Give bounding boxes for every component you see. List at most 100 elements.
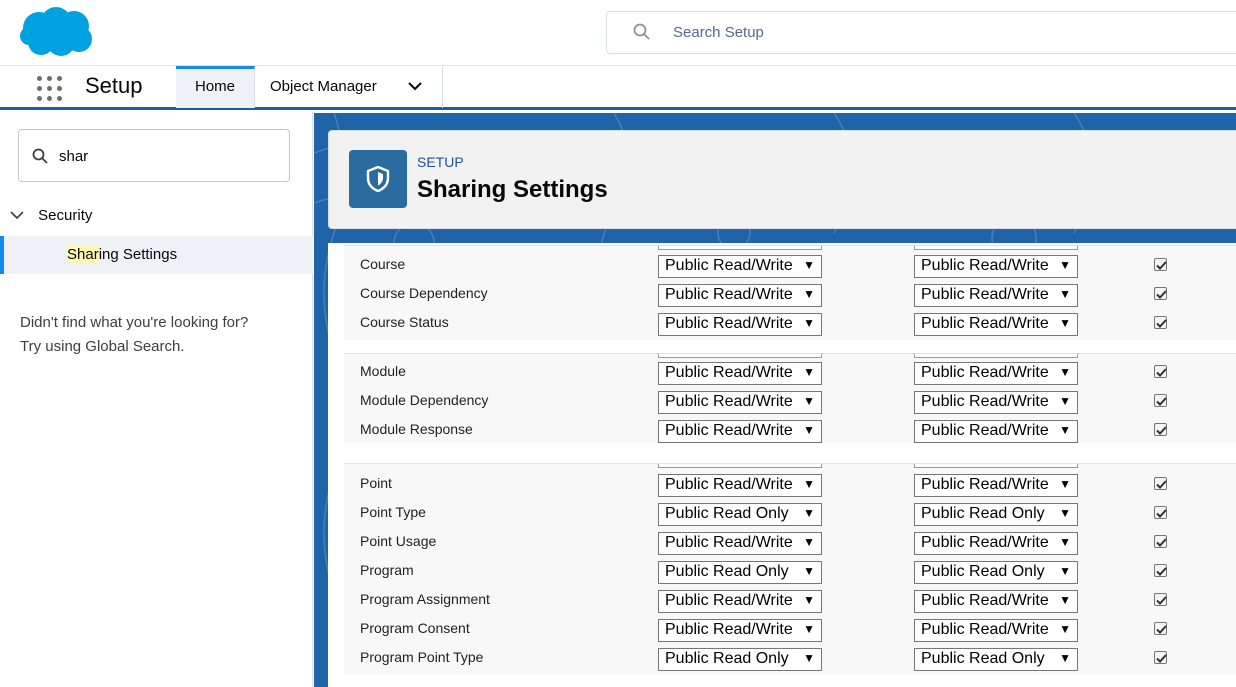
search-icon: [32, 148, 48, 164]
salesforce-logo[interactable]: [19, 6, 93, 58]
grant-access-checkbox[interactable]: [1154, 394, 1167, 407]
grant-access-checkbox[interactable]: [1154, 535, 1167, 548]
context-nav: Setup Home Object Manager: [0, 65, 1236, 110]
app-launcher-icon[interactable]: [37, 76, 63, 102]
object-name: Course Dependency: [360, 285, 488, 301]
object-name: Course: [360, 256, 406, 272]
tab-object-manager-label: Object Manager: [270, 78, 377, 95]
default-external-access-select[interactable]: Public Read/Write ▼: [914, 590, 1078, 613]
shield-icon: [349, 150, 407, 208]
object-name: Program: [360, 562, 414, 578]
page-title: Sharing Settings: [417, 176, 608, 203]
default-internal-access-select[interactable]: Public Read Only ▼: [658, 561, 822, 584]
object-name: Module Response: [360, 421, 473, 437]
help-line-1: Didn't find what you're looking for?: [20, 314, 249, 331]
chevron-down-icon: [10, 211, 24, 220]
chevron-down-icon[interactable]: [408, 81, 422, 91]
default-internal-access-select[interactable]: Public Read/Write ▼: [658, 391, 822, 414]
help-line-2: Try using Global Search.: [20, 338, 185, 355]
default-internal-access-select[interactable]: Public Read Only ▼: [658, 648, 822, 671]
search-icon: [633, 23, 650, 40]
object-name: Point Type: [360, 504, 426, 520]
default-external-access-select[interactable]: Public Read/Write ▼: [914, 474, 1078, 497]
object-name: Module: [360, 363, 406, 379]
default-external-access-select[interactable]: Public Read/Write ▼: [914, 313, 1078, 336]
default-internal-access-select[interactable]: Public Read Only ▼: [658, 503, 822, 526]
default-internal-access-select[interactable]: Public Read/Write ▼: [658, 284, 822, 307]
page-header: SETUP Sharing Settings: [328, 130, 1236, 229]
object-name: Point Usage: [360, 533, 437, 549]
sidebar-item-label: Sharing Settings: [67, 246, 177, 263]
default-external-access-select[interactable]: Public Read/Write ▼: [914, 420, 1078, 443]
table-row: Point Public Read/Write ▼ Public Read/Wri…: [344, 473, 1236, 502]
app-name: Setup: [85, 73, 143, 98]
table-row: Program Public Read Only ▼ Public Read On…: [344, 560, 1236, 589]
default-internal-access-select[interactable]: Public Read/Write ▼: [658, 255, 822, 278]
table-row: Course Public Read/Write ▼ Public Read/Wr…: [344, 254, 1236, 283]
tree-section-security[interactable]: Security: [10, 207, 92, 224]
grant-access-checkbox[interactable]: [1154, 287, 1167, 300]
table-row: Module Dependency Public Read/Write ▼ Pub…: [344, 390, 1236, 419]
grant-access-checkbox[interactable]: [1154, 593, 1167, 606]
default-internal-access-select[interactable]: Public Read/Write ▼: [658, 362, 822, 385]
quick-find-value: shar: [59, 148, 89, 165]
select-stub: [658, 354, 822, 358]
default-internal-access-select[interactable]: Public Read/Write ▼: [658, 474, 822, 497]
object-name: Module Dependency: [360, 392, 489, 408]
default-internal-access-select[interactable]: Public Read/Write ▼: [658, 313, 822, 336]
breadcrumb: SETUP: [417, 154, 464, 170]
tab-home[interactable]: Home: [176, 66, 255, 108]
table-row: Course Dependency Public Read/Write ▼ Pub…: [344, 283, 1236, 312]
grant-access-checkbox[interactable]: [1154, 622, 1167, 635]
default-external-access-select[interactable]: Public Read/Write ▼: [914, 284, 1078, 307]
select-stub: [914, 354, 1078, 358]
sidebar-item-label-rest: ing Settings: [98, 246, 178, 263]
quick-find-input[interactable]: shar: [18, 129, 290, 182]
global-search-input[interactable]: Search Setup: [606, 11, 1236, 54]
global-header: Search Setup: [0, 0, 1236, 65]
object-name: Point: [360, 475, 392, 491]
table-row: Program Assignment Public Read/Write ▼ Pu…: [344, 589, 1236, 618]
default-external-access-select[interactable]: Public Read Only ▼: [914, 648, 1078, 671]
object-name: Program Point Type: [360, 649, 484, 665]
table-row: Module Response Public Read/Write ▼ Publi…: [344, 419, 1236, 448]
tab-object-manager[interactable]: Object Manager: [256, 66, 443, 108]
grant-access-checkbox[interactable]: [1154, 477, 1167, 490]
help-text: Didn't find what you're looking for? Try…: [20, 311, 248, 359]
grant-access-checkbox[interactable]: [1154, 316, 1167, 329]
default-external-access-select[interactable]: Public Read/Write ▼: [914, 362, 1078, 385]
sharing-table-group: Point Public Read/Write ▼ Public Read/Wri…: [344, 463, 1236, 674]
table-row: Course Status Public Read/Write ▼ Public …: [344, 312, 1236, 341]
default-external-access-select[interactable]: Public Read Only ▼: [914, 561, 1078, 584]
search-highlight: Shar: [67, 246, 99, 263]
sharing-table-group: Course Public Read/Write ▼ Public Read/Wr…: [344, 245, 1236, 340]
select-stub: [658, 464, 822, 468]
setup-sidebar: shar Security Sharing Settings Didn't fi…: [0, 113, 313, 687]
default-internal-access-select[interactable]: Public Read/Write ▼: [658, 619, 822, 642]
grant-access-checkbox[interactable]: [1154, 423, 1167, 436]
default-external-access-select[interactable]: Public Read Only ▼: [914, 503, 1078, 526]
object-name: Program Consent: [360, 620, 470, 636]
table-row: Point Usage Public Read/Write ▼ Public Re…: [344, 531, 1236, 560]
search-placeholder: Search Setup: [673, 24, 764, 41]
default-external-access-select[interactable]: Public Read/Write ▼: [914, 619, 1078, 642]
object-name: Course Status: [360, 314, 449, 330]
default-internal-access-select[interactable]: Public Read/Write ▼: [658, 590, 822, 613]
select-stub: [914, 246, 1078, 250]
default-internal-access-select[interactable]: Public Read/Write ▼: [658, 420, 822, 443]
default-external-access-select[interactable]: Public Read/Write ▼: [914, 391, 1078, 414]
grant-access-checkbox[interactable]: [1154, 564, 1167, 577]
tree-section-label: Security: [38, 207, 93, 224]
table-row: Module Public Read/Write ▼ Public Read/Wr…: [344, 361, 1236, 390]
default-external-access-select[interactable]: Public Read/Write ▼: [914, 255, 1078, 278]
default-external-access-select[interactable]: Public Read/Write ▼: [914, 532, 1078, 555]
sidebar-item-sharing-settings[interactable]: Sharing Settings: [0, 236, 313, 274]
grant-access-checkbox[interactable]: [1154, 506, 1167, 519]
select-stub: [914, 464, 1078, 468]
grant-access-checkbox[interactable]: [1154, 258, 1167, 271]
grant-access-checkbox[interactable]: [1154, 365, 1167, 378]
grant-access-checkbox[interactable]: [1154, 651, 1167, 664]
table-row: Program Point Type Public Read Only ▼ Pub…: [344, 647, 1236, 676]
default-internal-access-select[interactable]: Public Read/Write ▼: [658, 532, 822, 555]
table-row: Point Type Public Read Only ▼ Public Read…: [344, 502, 1236, 531]
